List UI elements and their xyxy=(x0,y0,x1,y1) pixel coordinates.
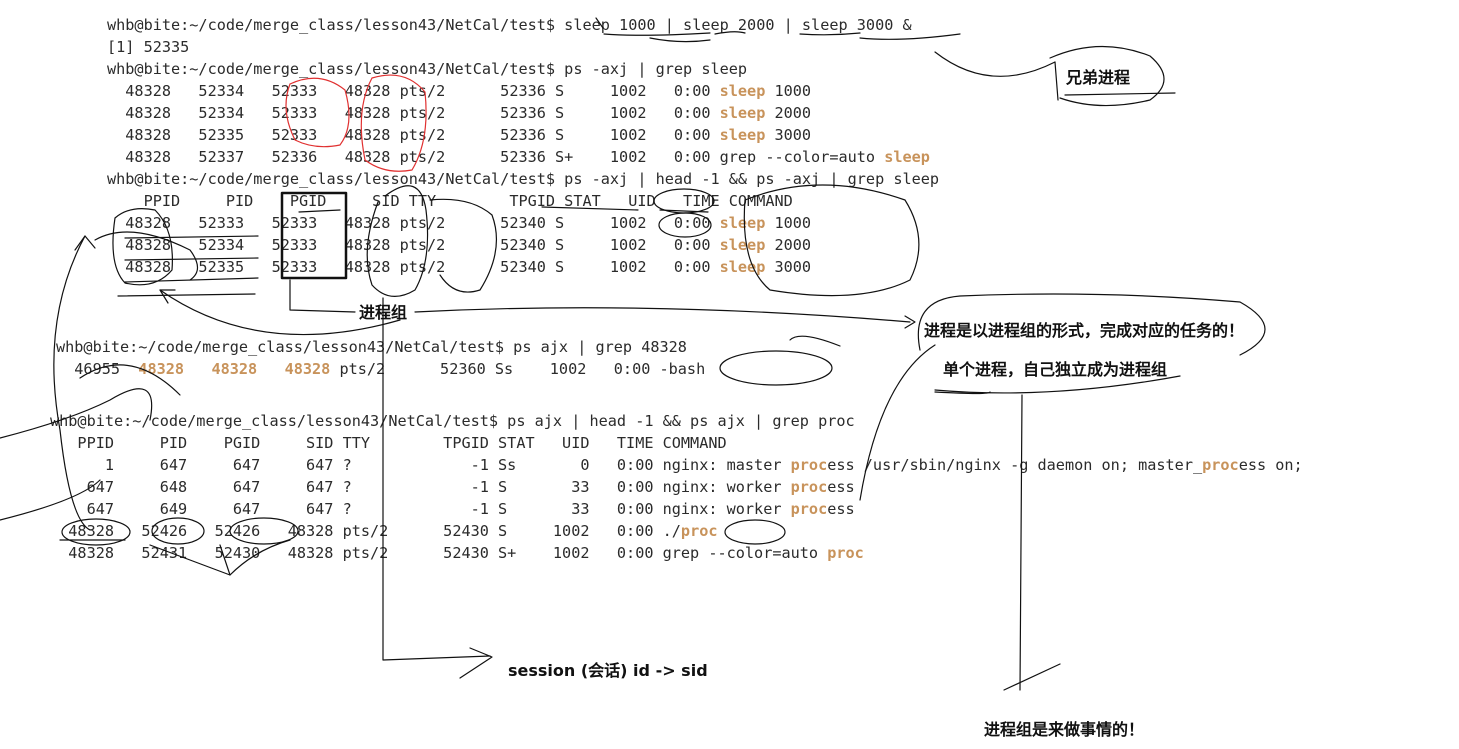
process-row: 46955 48328 48328 48328 pts/2 52360 Ss 1… xyxy=(56,360,706,378)
match-highlight: proc xyxy=(827,544,864,562)
sibling-line xyxy=(1064,92,1176,96)
note-doing-things: 进程组是来做事情的！ xyxy=(984,720,1145,739)
column-header: PPID PID PGID SID TTY TPGID STAT UID TIM… xyxy=(107,192,793,210)
process-row: 647 648 647 647 ? -1 S 33 0:00 nginx: wo… xyxy=(50,478,855,496)
process-row: 48328 52337 52336 48328 pts/2 52336 S+ 1… xyxy=(107,148,930,166)
match-highlight: proc xyxy=(1202,456,1239,474)
single-arrow xyxy=(859,344,936,501)
process-row: 48328 52334 52333 48328 pts/2 52336 S 10… xyxy=(107,82,812,100)
group-arrow xyxy=(414,307,911,323)
proc-circle xyxy=(724,519,786,545)
bash-arrow xyxy=(789,335,841,347)
match-highlight: sleep xyxy=(719,82,766,100)
underline-stroke xyxy=(649,37,711,43)
command-line: whb@bite:~/code/merge_class/lesson43/Net… xyxy=(107,60,748,78)
underline-stroke xyxy=(117,293,256,297)
underline-stroke xyxy=(124,277,259,283)
group-arrow xyxy=(289,279,356,313)
process-row: 647 649 647 647 ? -1 S 33 0:00 nginx: wo… xyxy=(50,500,855,518)
note-single-process: 单个进程，自己独立成为进程组 xyxy=(943,360,1168,379)
note-process-group: 进程组 xyxy=(359,303,408,322)
process-row: 48328 52426 52426 48328 pts/2 52430 S 10… xyxy=(50,522,718,540)
group-arrow xyxy=(159,289,176,304)
process-row: 48328 52335 52333 48328 pts/2 52340 S 10… xyxy=(107,258,812,276)
note-session-id: session (会话) id -> sid xyxy=(508,661,708,680)
command-line: whb@bite:~/code/merge_class/lesson43/Net… xyxy=(56,338,687,356)
note-siblings: 兄弟进程 xyxy=(1066,68,1131,87)
job-output: [1] 52335 xyxy=(107,38,190,56)
bash-circle xyxy=(719,350,833,386)
match-highlight: sleep xyxy=(884,148,930,166)
column-header: PPID PID PGID SID TTY TPGID STAT UID TIM… xyxy=(50,434,727,452)
match-highlight: 48328 xyxy=(211,360,258,378)
match-highlight: 48328 xyxy=(138,360,185,378)
match-highlight: proc xyxy=(680,522,718,540)
match-highlight: proc xyxy=(790,478,828,496)
process-row: 1 647 647 647 ? -1 Ss 0 0:00 nginx: mast… xyxy=(50,456,1303,474)
tasks-bracket xyxy=(934,391,991,395)
match-highlight: sleep xyxy=(719,214,766,232)
terminal-screenshot: whb@bite:~/code/merge_class/lesson43/Net… xyxy=(0,0,1459,749)
doing-arrow xyxy=(1019,394,1023,691)
match-highlight: proc xyxy=(790,456,828,474)
doing-arrow xyxy=(1003,663,1061,691)
session-arrow xyxy=(459,647,493,679)
note-tasks: 进程是以进程组的形式，完成对应的任务的！ xyxy=(924,321,1245,340)
match-highlight: sleep xyxy=(719,104,766,122)
command-line: whb@bite:~/code/merge_class/lesson43/Net… xyxy=(107,16,912,34)
match-highlight: 48328 xyxy=(284,360,331,378)
left-arrow xyxy=(74,235,96,251)
match-highlight: sleep xyxy=(719,236,766,254)
command-line: whb@bite:~/code/merge_class/lesson43/Net… xyxy=(107,170,940,188)
sibling-arrow xyxy=(934,51,1056,77)
process-row: 48328 52333 52333 48328 pts/2 52340 S 10… xyxy=(107,214,812,232)
match-highlight: sleep xyxy=(719,258,766,276)
command-line: whb@bite:~/code/merge_class/lesson43/Net… xyxy=(50,412,855,430)
process-row: 48328 52431 52430 48328 pts/2 52430 S+ 1… xyxy=(50,544,864,562)
process-row: 48328 52334 52333 48328 pts/2 52336 S 10… xyxy=(107,104,812,122)
group-arrow xyxy=(904,315,916,329)
match-highlight: proc xyxy=(790,500,828,518)
process-row: 48328 52335 52333 48328 pts/2 52336 S 10… xyxy=(107,126,812,144)
process-row: 48328 52334 52333 48328 pts/2 52340 S 10… xyxy=(107,236,812,254)
match-highlight: sleep xyxy=(719,126,766,144)
sibling-arrow xyxy=(1054,61,1059,101)
